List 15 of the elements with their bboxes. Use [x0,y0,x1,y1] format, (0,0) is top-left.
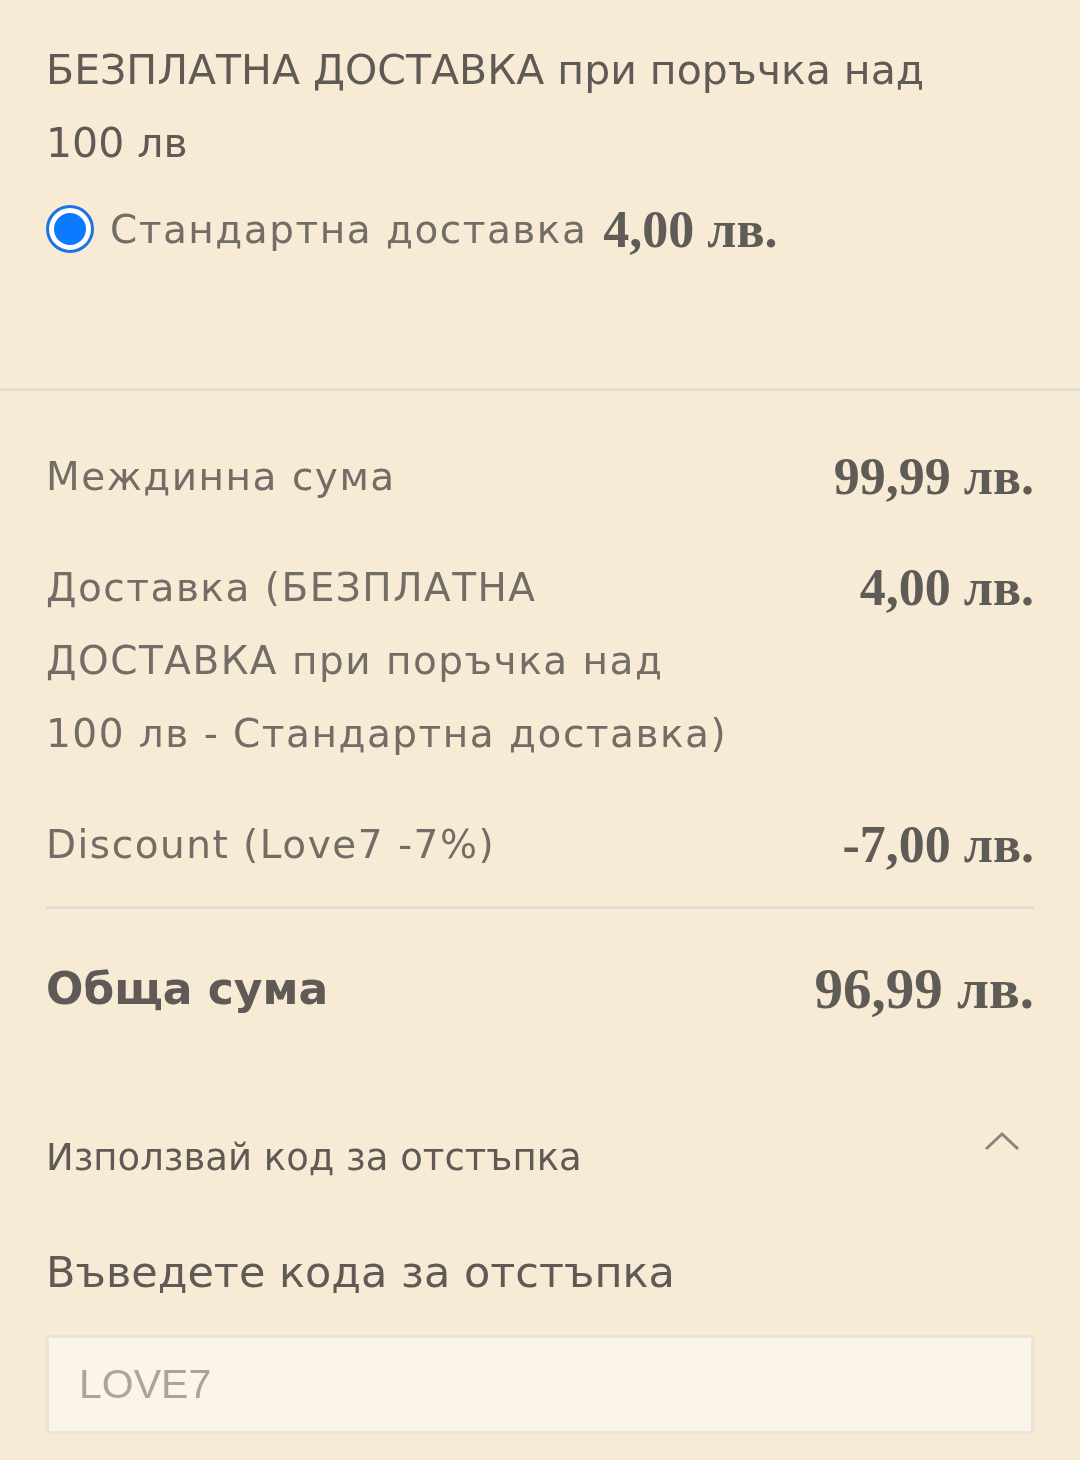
coupon-field-label: Въведете кода за отстъпка [46,1246,676,1299]
coupon-toggle[interactable]: Използвай код за отстъпка [46,1127,1034,1187]
coupon-input-field[interactable]: LOVE7 [46,1335,1034,1434]
shipping-option-label: Стандартна доставка [110,206,588,252]
shipping-price: 4,00 лв. [603,199,778,259]
summary-amount: -7,00 лв. [842,815,1034,875]
total-label: Обща сума [46,963,329,1014]
summary-amount: 4,00 лв. [859,558,1034,618]
shipping-title: БЕЗПЛАТНА ДОСТАВКА при поръчка над 100 лв [46,45,926,169]
summary-label: Discount (Love7 -7%) [46,821,496,869]
radio-button[interactable] [46,205,94,253]
total-amount: 96,99 лв. [814,956,1034,1021]
summary-label: Доставка (БЕЗПЛАТНА ДОСТАВКА при поръчка над 100 лв - Стандартна доставка) [46,564,729,758]
summary-amount: 99,99 лв. [833,447,1034,507]
summary-label: Междинна сума [46,453,396,501]
